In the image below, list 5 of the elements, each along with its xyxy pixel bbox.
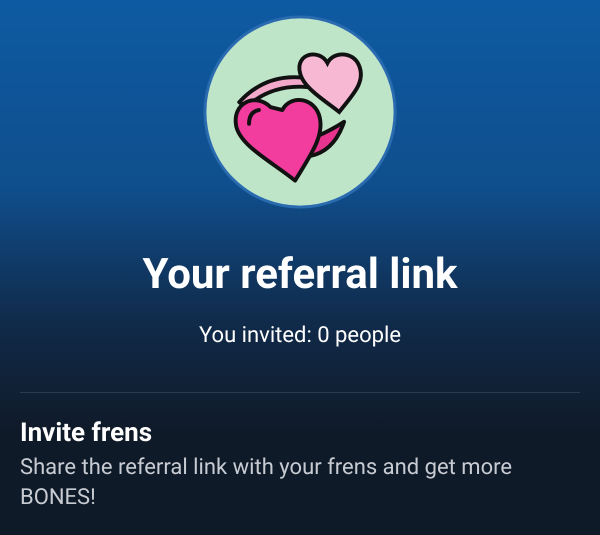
hearts-icon (202, 14, 398, 210)
section-title: Invite frens (20, 417, 154, 449)
page-title: Your referral link (142, 250, 458, 300)
invited-count: You invited: 0 people (199, 322, 401, 350)
section-description: Share the referral link with your frens and get more BONES! (20, 454, 514, 512)
